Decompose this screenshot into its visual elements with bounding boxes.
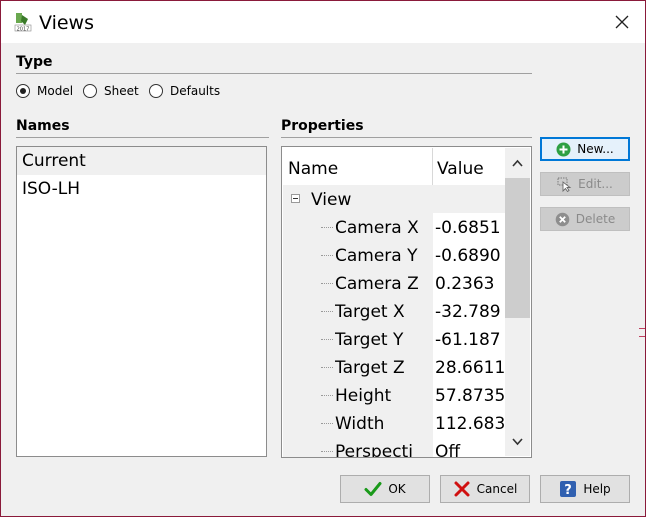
cancel-x-icon — [453, 480, 471, 498]
property-name: Target X — [335, 302, 405, 322]
radio-model[interactable]: Model — [16, 84, 73, 98]
radio-defaults[interactable]: Defaults — [149, 84, 220, 98]
table-row[interactable]: Target X -32.789 — [283, 297, 505, 325]
property-name: Camera Z — [335, 274, 419, 294]
names-section-label: Names — [16, 118, 70, 134]
property-value[interactable]: -0.6851 — [435, 213, 505, 243]
edit-button-label: Edit... — [578, 177, 613, 191]
property-value[interactable]: -0.6890 — [435, 241, 505, 271]
property-value[interactable]: 28.6611 — [435, 353, 505, 383]
names-separator — [16, 137, 269, 138]
property-name: Camera Y — [335, 246, 418, 266]
property-value[interactable]: -61.187 — [435, 325, 505, 355]
radio-model-indicator — [16, 84, 30, 98]
property-name: Height — [335, 386, 392, 406]
radio-model-label: Model — [37, 84, 74, 98]
views-dialog: 2017 Views Type Model Sheet Defaults Nam… — [0, 0, 646, 517]
property-value[interactable]: 112.683 — [435, 409, 505, 439]
edge-mark — [639, 336, 645, 338]
scroll-up-icon[interactable] — [511, 157, 524, 170]
column-divider[interactable] — [432, 148, 433, 185]
column-header-value[interactable]: Value — [437, 148, 484, 185]
window-title: Views — [39, 12, 94, 34]
app-logo-icon: 2017 — [13, 11, 33, 33]
tree-branch — [321, 395, 333, 396]
close-button[interactable] — [599, 1, 645, 43]
names-list[interactable]: Current ISO-LH — [16, 146, 267, 457]
edit-pointer-icon — [557, 177, 572, 192]
cancel-button[interactable]: Cancel — [440, 475, 530, 503]
properties-rows: View Camera X -0.6851 Camera Y -0.6890 C… — [283, 185, 505, 457]
property-value[interactable]: 57.8735 — [435, 381, 505, 411]
property-name: Camera X — [335, 218, 419, 238]
type-separator — [16, 73, 532, 74]
table-row[interactable]: Target Z 28.6611 — [283, 353, 505, 381]
svg-text:2017: 2017 — [17, 27, 30, 33]
title-bar: 2017 Views — [1, 1, 645, 43]
property-value[interactable]: 0.2363 — [435, 269, 505, 299]
tree-group-view[interactable]: View — [283, 185, 505, 213]
properties-scrollbar[interactable] — [505, 148, 530, 456]
checkmark-icon — [364, 480, 382, 498]
tree-branch — [321, 339, 333, 340]
radio-sheet[interactable]: Sheet — [83, 84, 139, 98]
radio-sheet-indicator — [83, 84, 97, 98]
close-icon — [615, 15, 629, 29]
table-row[interactable]: Camera Z 0.2363 — [283, 269, 505, 297]
add-icon — [556, 142, 571, 157]
svg-text:?: ? — [565, 483, 573, 498]
table-row[interactable]: Camera X -0.6851 — [283, 213, 505, 241]
properties-grid[interactable]: Name Value View Camera X -0.6851 Camera … — [281, 146, 532, 458]
property-name: Target Y — [335, 330, 404, 350]
list-item[interactable]: ISO-LH — [17, 175, 266, 203]
properties-section-label: Properties — [281, 118, 364, 134]
ok-button[interactable]: OK — [340, 475, 430, 503]
property-value[interactable]: Off — [435, 437, 505, 457]
tree-branch — [321, 227, 333, 228]
tree-branch — [321, 283, 333, 284]
tree-branch — [321, 451, 333, 452]
collapse-icon[interactable] — [291, 194, 300, 203]
properties-header: Name Value — [283, 148, 505, 186]
new-button[interactable]: New... — [540, 137, 630, 161]
scroll-down-icon[interactable] — [511, 435, 524, 448]
tree-branch — [321, 255, 333, 256]
row-background — [283, 185, 433, 213]
tree-branch — [321, 423, 333, 424]
table-row[interactable]: Camera Y -0.6890 — [283, 241, 505, 269]
tree-branch — [321, 367, 333, 368]
help-button[interactable]: ? Help — [540, 475, 630, 503]
properties-separator — [281, 137, 532, 138]
property-name: Perspecti — [335, 442, 413, 458]
delete-button[interactable]: Delete — [540, 207, 630, 231]
tree-group-label: View — [311, 190, 352, 210]
table-row[interactable]: Perspecti Off — [283, 437, 505, 458]
radio-defaults-indicator — [149, 84, 163, 98]
table-row[interactable]: Target Y -61.187 — [283, 325, 505, 353]
property-value[interactable]: -32.789 — [435, 297, 505, 327]
delete-button-label: Delete — [575, 212, 616, 226]
property-name: Target Z — [335, 358, 405, 378]
property-name: Width — [335, 414, 385, 434]
table-row[interactable]: Width 112.683 — [283, 409, 505, 437]
new-button-label: New... — [577, 142, 614, 156]
table-row[interactable]: Height 57.8735 — [283, 381, 505, 409]
help-question-icon: ? — [559, 480, 577, 498]
radio-defaults-label: Defaults — [170, 84, 221, 98]
radio-sheet-label: Sheet — [104, 84, 139, 98]
help-button-label: Help — [583, 482, 611, 496]
column-header-name[interactable]: Name — [288, 148, 338, 185]
edge-mark — [639, 328, 645, 330]
cancel-button-label: Cancel — [476, 482, 518, 496]
list-item[interactable]: Current — [17, 147, 266, 175]
edit-button[interactable]: Edit... — [540, 172, 630, 196]
delete-icon — [555, 212, 570, 227]
scrollbar-thumb[interactable] — [505, 178, 530, 318]
row-value-background — [433, 185, 505, 213]
type-section-label: Type — [16, 54, 53, 70]
ok-button-label: OK — [388, 482, 406, 496]
tree-branch — [321, 311, 333, 312]
